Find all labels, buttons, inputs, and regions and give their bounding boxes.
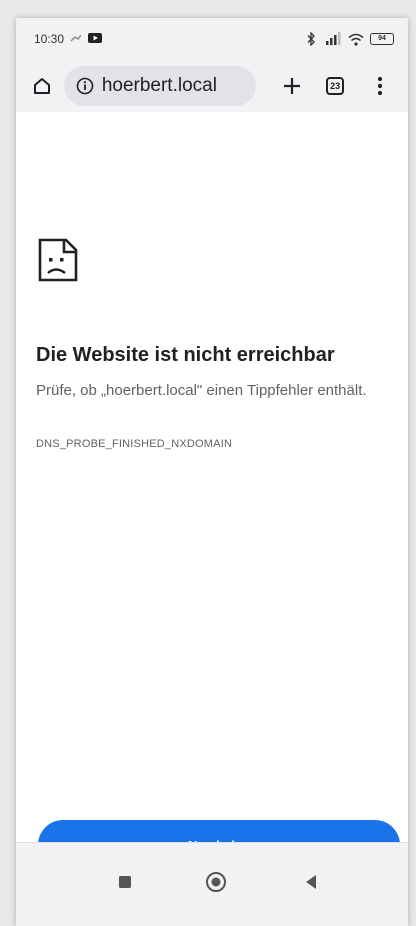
error-code: DNS_PROBE_FINISHED_NXDOMAIN xyxy=(36,438,233,450)
notification-icon xyxy=(70,32,82,46)
status-right: 94 xyxy=(306,32,394,46)
system-nav-bar xyxy=(16,842,408,926)
error-page: Die Website ist nicht erreichbar Prüfe, … xyxy=(16,112,408,870)
new-tab-button[interactable] xyxy=(274,67,309,105)
plus-icon xyxy=(283,78,300,94)
status-time: 10:30 xyxy=(34,32,65,46)
battery-icon: 94 xyxy=(370,33,394,45)
error-title: Die Website ist nicht erreichbar xyxy=(36,344,335,366)
menu-button[interactable] xyxy=(363,67,398,105)
nav-back-icon xyxy=(306,875,316,889)
tab-switcher-button[interactable]: 23 xyxy=(318,67,353,105)
phone-frame: 10:30 94 hoerbert.local 23 Die Website i… xyxy=(0,0,416,926)
recents-button[interactable] xyxy=(110,867,140,897)
browser-toolbar: hoerbert.local 23 xyxy=(16,60,408,112)
system-home-button[interactable] xyxy=(201,867,231,897)
status-bar: 10:30 94 xyxy=(16,18,408,60)
status-left: 10:30 xyxy=(34,32,103,46)
nav-home-icon xyxy=(206,872,226,892)
tab-count: 23 xyxy=(330,81,341,91)
home-icon xyxy=(33,78,50,94)
error-description: Prüfe, ob „hoerbert.local" einen Tippfeh… xyxy=(36,382,367,399)
sad-page-icon xyxy=(38,238,78,282)
bluetooth-icon xyxy=(306,32,316,46)
signal-icon xyxy=(322,32,342,46)
url-text[interactable]: hoerbert.local xyxy=(102,75,217,97)
address-bar[interactable]: hoerbert.local xyxy=(63,66,257,106)
info-icon[interactable] xyxy=(76,77,94,95)
youtube-icon xyxy=(88,32,103,46)
wifi-icon xyxy=(348,33,364,46)
home-button[interactable] xyxy=(28,71,56,101)
tabs-icon: 23 xyxy=(326,77,345,95)
back-button[interactable] xyxy=(296,867,326,897)
more-vert-icon xyxy=(378,76,383,96)
battery-level: 94 xyxy=(378,35,386,42)
nav-recents-icon xyxy=(119,876,131,888)
screen: 10:30 94 hoerbert.local 23 Die Website i… xyxy=(16,18,408,926)
